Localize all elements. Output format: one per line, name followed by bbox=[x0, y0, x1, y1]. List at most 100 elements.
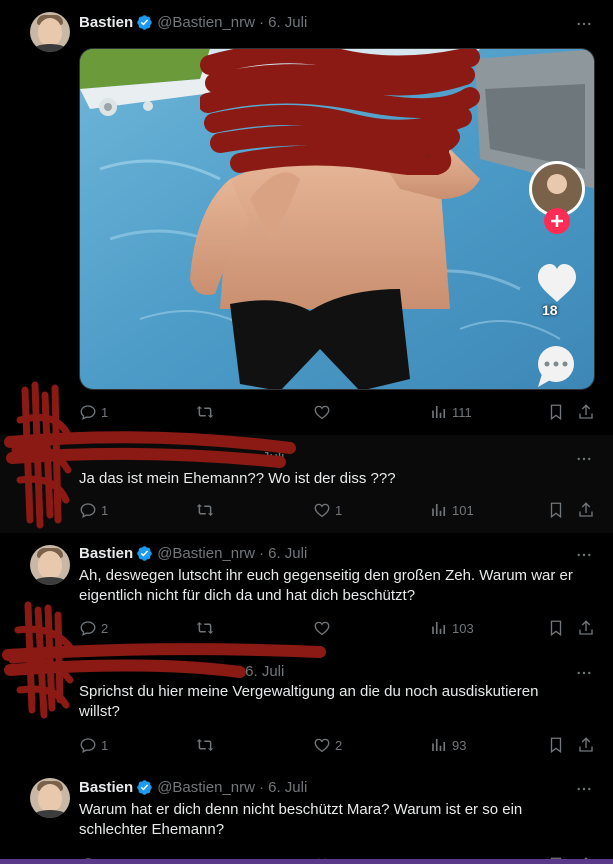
views-button[interactable]: 101 bbox=[430, 501, 474, 519]
retweet-button[interactable] bbox=[196, 619, 218, 637]
verified-badge-icon bbox=[137, 546, 152, 561]
author-handle[interactable]: @Bastien_nrw bbox=[157, 14, 255, 31]
views-icon bbox=[432, 504, 446, 516]
like-button[interactable] bbox=[313, 403, 335, 421]
verified-badge-icon bbox=[137, 15, 152, 30]
tweet-header: · 6. Juli bbox=[236, 663, 284, 680]
tweet-4[interactable]: · 6. Juli Sprichst du hier meine Vergewa… bbox=[0, 651, 613, 768]
tweet-date[interactable]: · 6. Juli bbox=[236, 663, 284, 680]
author-handle[interactable]: @Bastien_nrw bbox=[157, 779, 255, 796]
retweet-icon bbox=[196, 504, 214, 516]
more-icon[interactable] bbox=[575, 450, 593, 468]
like-button[interactable]: 2 bbox=[313, 736, 342, 754]
author-handle[interactable]: @Bastien_nrw bbox=[157, 545, 255, 562]
more-icon[interactable] bbox=[575, 15, 593, 33]
tweet-actions: 2 103 bbox=[79, 619, 599, 639]
share-icon bbox=[579, 737, 593, 752]
reply-button[interactable]: 2 bbox=[79, 619, 108, 637]
like-icon bbox=[314, 621, 330, 636]
more-icon[interactable] bbox=[575, 664, 593, 682]
avatar[interactable] bbox=[30, 778, 70, 818]
views-count: 103 bbox=[452, 620, 474, 636]
tweet-actions: 1 111 bbox=[79, 403, 599, 423]
like-icon bbox=[314, 503, 330, 518]
author-name[interactable]: Bastien bbox=[79, 545, 133, 562]
bookmark-button[interactable] bbox=[547, 736, 565, 754]
tweet-actions: 1 2 93 bbox=[79, 736, 599, 756]
tweet-1[interactable]: Bastien @Bastien_nrw · 6. Juli 18 1 111 bbox=[0, 0, 613, 435]
tweet-date[interactable]: · 6. Juli bbox=[259, 545, 307, 562]
tweet-header: Bastien @Bastien_nrw · 6. Juli bbox=[79, 779, 307, 796]
like-button[interactable] bbox=[313, 619, 335, 637]
retweet-icon bbox=[196, 622, 214, 634]
reply-icon bbox=[80, 621, 96, 636]
author-name[interactable]: Bastien bbox=[79, 779, 133, 796]
views-count: 93 bbox=[452, 737, 467, 753]
views-button[interactable]: 111 bbox=[430, 403, 472, 421]
tweet-header: Juli bbox=[262, 449, 285, 466]
reply-icon bbox=[80, 503, 96, 518]
share-button[interactable] bbox=[577, 403, 595, 421]
views-icon bbox=[432, 406, 446, 418]
tweet-header: Bastien @Bastien_nrw · 6. Juli bbox=[79, 545, 307, 562]
reply-count: 1 bbox=[101, 737, 109, 753]
share-icon bbox=[579, 404, 593, 419]
video-like-count: 18 bbox=[542, 302, 558, 318]
like-count: 1 bbox=[335, 502, 343, 518]
retweet-icon bbox=[196, 739, 214, 751]
more-icon[interactable] bbox=[575, 546, 593, 564]
reply-count: 1 bbox=[101, 502, 109, 518]
bookmark-icon bbox=[550, 737, 562, 754]
tweet-text: Ja das ist mein Ehemann?? Wo ist der dis… bbox=[79, 470, 396, 487]
like-icon bbox=[314, 405, 330, 420]
retweet-button[interactable] bbox=[196, 501, 218, 519]
tweet-text: Ah, deswegen lutscht ihr euch gegenseiti… bbox=[79, 567, 573, 604]
bookmark-icon bbox=[550, 620, 562, 637]
author-name[interactable]: Bastien bbox=[79, 14, 133, 31]
views-icon bbox=[432, 739, 446, 751]
share-button[interactable] bbox=[577, 736, 595, 754]
tweet-text: Sprichst du hier meine Vergewaltigung an… bbox=[79, 683, 539, 720]
views-button[interactable]: 103 bbox=[430, 619, 474, 637]
tweet-3[interactable]: Bastien @Bastien_nrw · 6. Juli Ah, deswe… bbox=[0, 533, 613, 651]
tweet-date[interactable]: · 6. Juli bbox=[259, 14, 307, 31]
share-button[interactable] bbox=[577, 501, 595, 519]
verified-badge-icon bbox=[137, 780, 152, 795]
bottom-border bbox=[0, 859, 613, 864]
reply-button[interactable]: 1 bbox=[79, 736, 108, 754]
bookmark-button[interactable] bbox=[547, 619, 565, 637]
video-frame bbox=[80, 49, 594, 389]
more-icon[interactable] bbox=[575, 780, 593, 798]
share-icon bbox=[579, 620, 593, 635]
video-media[interactable]: 18 bbox=[79, 48, 595, 390]
avatar[interactable] bbox=[30, 545, 70, 585]
tweet-actions: 1 1 101 bbox=[79, 501, 599, 521]
retweet-button[interactable] bbox=[196, 736, 218, 754]
bookmark-icon bbox=[550, 502, 562, 519]
reply-button[interactable]: 1 bbox=[79, 501, 108, 519]
tweet-2[interactable]: Juli Ja das ist mein Ehemann?? Wo ist de… bbox=[0, 435, 613, 533]
reply-button[interactable]: 1 bbox=[79, 403, 108, 421]
tweet-text: Warum hat er dich denn nicht beschützt M… bbox=[79, 801, 523, 838]
bookmark-button[interactable] bbox=[547, 501, 565, 519]
reply-count: 2 bbox=[101, 620, 109, 636]
bookmark-icon bbox=[550, 404, 562, 421]
tweet-date[interactable]: Juli bbox=[262, 449, 285, 466]
retweet-icon bbox=[196, 406, 214, 418]
share-icon bbox=[579, 502, 593, 517]
like-count: 2 bbox=[335, 737, 343, 753]
like-button[interactable]: 1 bbox=[313, 501, 342, 519]
views-icon bbox=[432, 622, 446, 634]
like-icon bbox=[314, 738, 330, 753]
bookmark-button[interactable] bbox=[547, 403, 565, 421]
tweet-5[interactable]: Bastien @Bastien_nrw · 6. Juli Warum hat… bbox=[0, 768, 613, 864]
views-count: 101 bbox=[452, 502, 474, 518]
retweet-button[interactable] bbox=[196, 403, 218, 421]
views-button[interactable]: 93 bbox=[430, 736, 466, 754]
tweet-header: Bastien @Bastien_nrw · 6. Juli bbox=[79, 14, 307, 31]
tweet-date[interactable]: · 6. Juli bbox=[259, 779, 307, 796]
share-button[interactable] bbox=[577, 619, 595, 637]
reply-icon bbox=[80, 405, 96, 420]
avatar[interactable] bbox=[30, 12, 70, 52]
reply-icon bbox=[80, 738, 96, 753]
